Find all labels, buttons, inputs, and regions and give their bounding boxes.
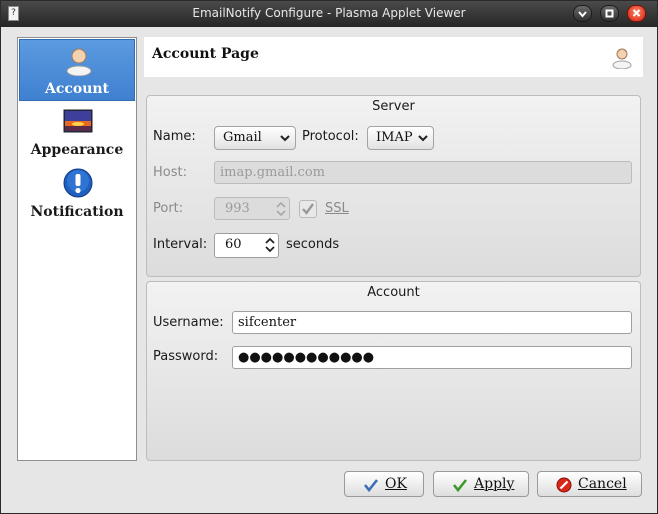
minimize-button[interactable] bbox=[573, 5, 592, 22]
password-field-value: ●●●●●●●●●●●● bbox=[238, 350, 375, 365]
server-group: Server Name: Gmail Protocol: IMAP Host: … bbox=[146, 95, 641, 277]
sidebar-item-appearance[interactable]: Appearance bbox=[19, 101, 135, 163]
host-label: Host: bbox=[153, 165, 187, 180]
apply-button[interactable]: Apply bbox=[433, 471, 529, 497]
ok-button-label: OK bbox=[385, 476, 407, 492]
close-icon bbox=[632, 9, 641, 17]
title-bar[interactable]: ? EmailNotify Configure - Plasma Applet … bbox=[1, 1, 657, 27]
config-window: ? EmailNotify Configure - Plasma Applet … bbox=[0, 0, 658, 514]
close-button[interactable] bbox=[627, 5, 646, 22]
page-list: Account Appearance Notification bbox=[17, 37, 137, 461]
sidebar-item-label: Appearance bbox=[30, 142, 124, 158]
window-title: EmailNotify Configure - Plasma Applet Vi… bbox=[192, 6, 466, 20]
name-select-value: Gmail bbox=[223, 130, 262, 145]
name-label: Name: bbox=[153, 129, 196, 144]
spin-arrows-icon bbox=[276, 201, 286, 217]
account-group-title: Account bbox=[367, 285, 420, 300]
host-field-value: imap.gmail.com bbox=[220, 165, 325, 180]
port-spinbox-value: 993 bbox=[225, 201, 250, 216]
password-field[interactable]: ●●●●●●●●●●●● bbox=[232, 346, 632, 369]
sidebar-item-account[interactable]: Account bbox=[19, 39, 135, 101]
username-label: Username: bbox=[153, 315, 224, 330]
interval-unit: seconds bbox=[286, 237, 340, 252]
username-field[interactable]: sifcenter bbox=[232, 311, 632, 334]
cancel-icon bbox=[556, 477, 572, 493]
chevron-down-icon bbox=[418, 135, 428, 142]
checkmark-icon bbox=[363, 479, 379, 493]
protocol-select-value: IMAP bbox=[376, 130, 413, 145]
wallpaper-icon bbox=[63, 109, 93, 133]
ok-button[interactable]: OK bbox=[344, 471, 424, 497]
spin-arrows-icon bbox=[265, 237, 275, 253]
server-group-title: Server bbox=[372, 99, 415, 114]
name-select[interactable]: Gmail bbox=[214, 126, 296, 150]
cancel-button-label: Cancel bbox=[578, 476, 627, 492]
interval-spinbox[interactable]: 60 bbox=[214, 233, 279, 258]
sidebar-item-label: Account bbox=[44, 81, 110, 97]
interval-label: Interval: bbox=[153, 237, 208, 252]
checkmark-icon bbox=[302, 203, 314, 215]
maximize-button[interactable] bbox=[600, 5, 619, 22]
username-field-value: sifcenter bbox=[238, 315, 297, 330]
sidebar-item-notification[interactable]: Notification bbox=[19, 163, 135, 225]
ssl-checkbox[interactable] bbox=[299, 200, 317, 218]
protocol-label: Protocol: bbox=[302, 129, 359, 144]
page-header: Account Page bbox=[144, 37, 643, 77]
ssl-label: SSL bbox=[325, 201, 349, 216]
info-icon bbox=[63, 168, 93, 198]
port-label: Port: bbox=[153, 201, 184, 216]
sidebar-item-label: Notification bbox=[30, 204, 124, 220]
page-title: Account Page bbox=[152, 46, 259, 62]
chevron-down-icon bbox=[280, 135, 290, 142]
password-label: Password: bbox=[153, 349, 219, 364]
checkmark-icon bbox=[452, 479, 468, 493]
apply-button-label: Apply bbox=[474, 476, 515, 492]
host-field[interactable]: imap.gmail.com bbox=[214, 161, 632, 184]
chevron-down-icon bbox=[578, 11, 587, 18]
user-icon bbox=[66, 48, 92, 76]
port-spinbox[interactable]: 993 bbox=[214, 197, 290, 220]
interval-spinbox-value: 60 bbox=[225, 237, 242, 252]
cancel-button[interactable]: Cancel bbox=[537, 471, 642, 497]
maximize-icon bbox=[605, 9, 614, 18]
user-icon bbox=[612, 48, 632, 69]
account-group: Account Username: sifcenter Password: ●●… bbox=[146, 281, 641, 461]
protocol-select[interactable]: IMAP bbox=[367, 126, 434, 150]
